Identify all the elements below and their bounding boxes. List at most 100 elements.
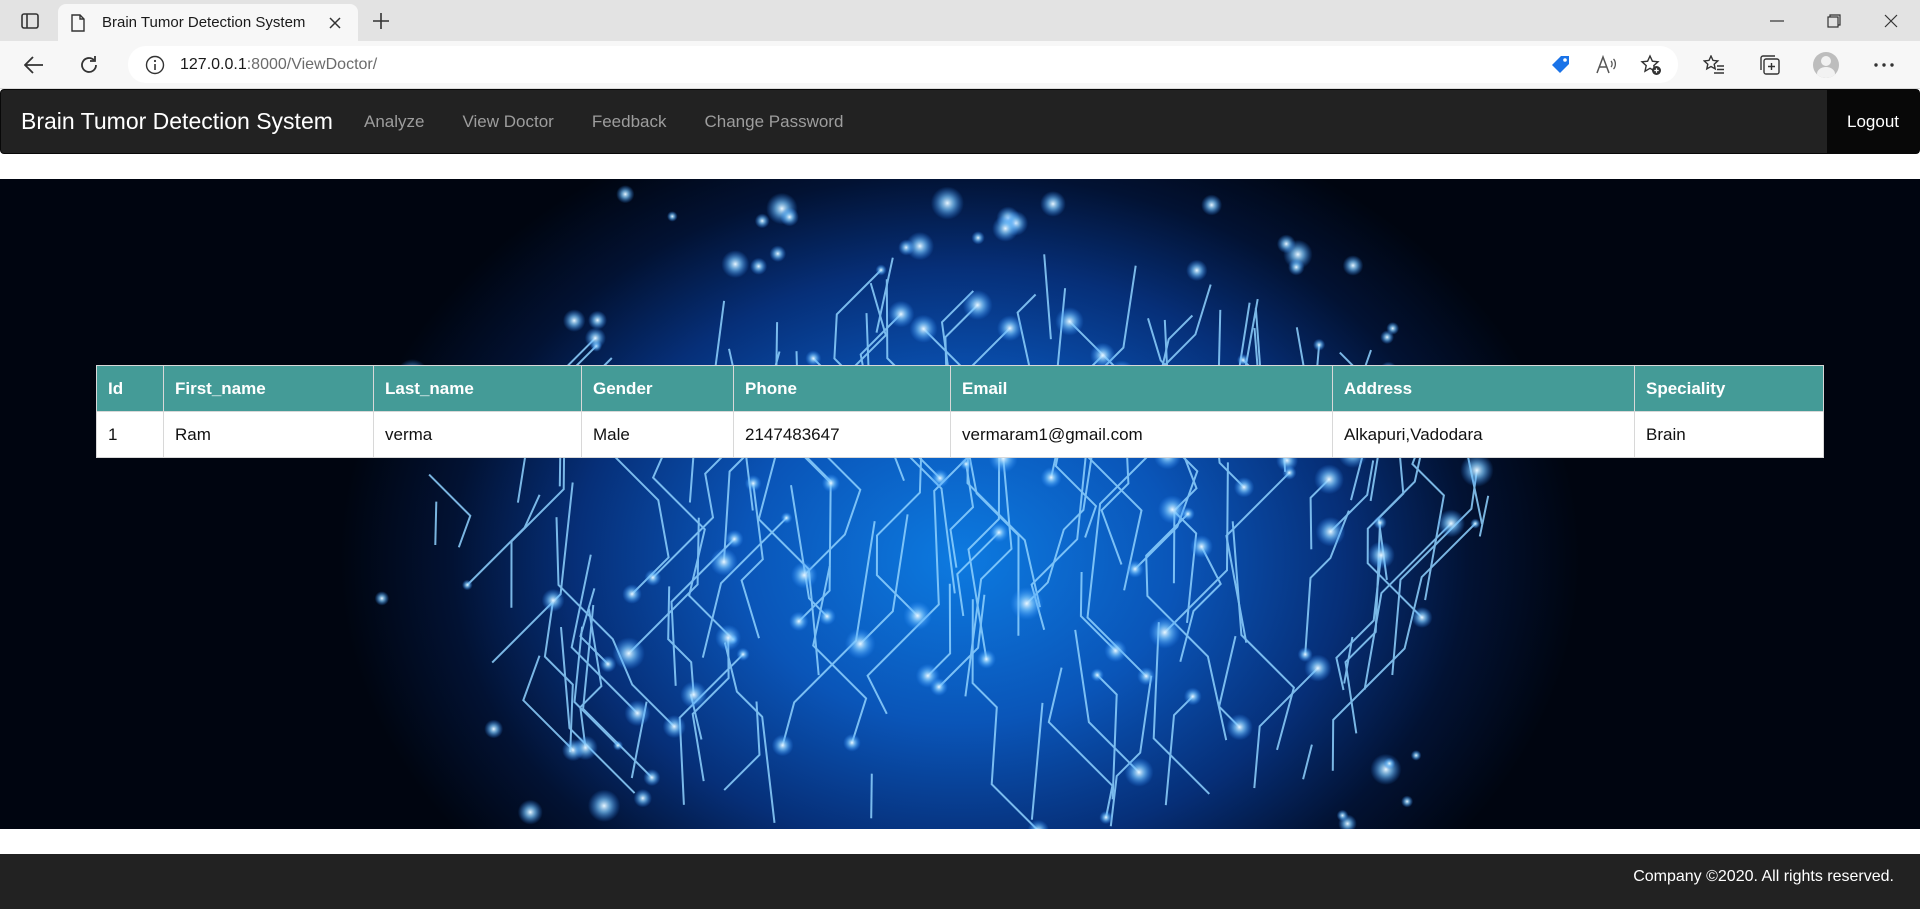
circuit-node xyxy=(624,700,651,727)
copyright-text: Company ©2020. All rights reserved. xyxy=(1633,868,1894,885)
circuit-node xyxy=(780,512,793,524)
circuit-node xyxy=(790,561,818,589)
collections-icon xyxy=(1760,55,1780,75)
circuit-node xyxy=(588,310,607,330)
circuit-node xyxy=(1315,516,1346,547)
circuit-node xyxy=(633,789,652,808)
favorites-icon xyxy=(1703,55,1724,74)
browser-tab[interactable]: Brain Tumor Detection System xyxy=(58,4,358,41)
nav-link-feedback[interactable]: Feedback xyxy=(573,90,686,153)
site-info-icon[interactable] xyxy=(144,54,166,76)
circuit-node xyxy=(622,584,642,604)
circuit-node xyxy=(715,624,742,651)
circuit-trace xyxy=(1043,254,1052,340)
circuit-trace xyxy=(1030,702,1044,820)
circuit-node xyxy=(1373,515,1387,530)
profile-button[interactable] xyxy=(1808,47,1844,83)
circuit-node xyxy=(616,185,635,204)
plus-icon xyxy=(373,13,389,29)
col-header-gender: Gender xyxy=(581,365,734,412)
circuit-node xyxy=(805,350,822,367)
circuit-node xyxy=(754,213,770,229)
back-button[interactable] xyxy=(16,47,52,83)
circuit-node xyxy=(1314,464,1344,495)
url-text: 127.0.0.1:8000/ViewDoctor/ xyxy=(180,56,377,74)
cell-id: 1 xyxy=(96,411,164,458)
shopping-tag-button[interactable] xyxy=(1543,46,1579,83)
circuit-node xyxy=(710,548,738,576)
circuit-node xyxy=(484,719,504,739)
browser-tab-bar: Brain Tumor Detection System xyxy=(0,0,1920,41)
circuit-trace xyxy=(522,655,574,751)
collections-button[interactable] xyxy=(1752,47,1788,83)
tab-title: Brain Tumor Detection System xyxy=(102,14,306,31)
circuit-node xyxy=(1124,757,1154,787)
circuit-node xyxy=(929,678,948,696)
circuit-node xyxy=(769,245,787,262)
refresh-icon xyxy=(81,56,97,73)
circuit-node xyxy=(1383,757,1396,770)
circuit-node xyxy=(1233,477,1255,498)
circuit-node xyxy=(1276,234,1296,254)
circuit-node xyxy=(1090,668,1104,682)
circuit-node xyxy=(643,769,661,787)
nav-link-change-password[interactable]: Change Password xyxy=(686,90,863,153)
circuit-node xyxy=(1367,541,1395,569)
circuit-node xyxy=(789,611,809,632)
circuit-trace xyxy=(870,773,873,819)
new-tab-button[interactable] xyxy=(366,6,396,36)
close-window-button[interactable] xyxy=(1862,0,1919,41)
col-header-first-name: First_name xyxy=(163,365,374,412)
favorites-button[interactable] xyxy=(1696,47,1732,83)
circuit-node xyxy=(1313,338,1326,351)
circuit-node xyxy=(517,799,543,825)
browser-address-bar: 127.0.0.1:8000/ViewDoctor/ xyxy=(0,41,1920,89)
circuit-node xyxy=(771,734,794,757)
more-icon xyxy=(1874,63,1894,67)
circuit-trace xyxy=(691,637,730,782)
minimize-icon xyxy=(1769,19,1784,22)
circuit-node xyxy=(612,637,645,670)
circuit-trace xyxy=(1253,667,1319,789)
site-footer: Company ©2020. All rights reserved. xyxy=(0,854,1920,909)
circuit-node xyxy=(680,681,708,709)
circuit-trace xyxy=(1079,571,1117,652)
circuit-trace xyxy=(1218,635,1241,728)
cell-gender: Male xyxy=(581,411,734,458)
circuit-trace xyxy=(1331,522,1477,771)
cell-speciality: Brain xyxy=(1634,411,1824,458)
cell-email: vermaram1@gmail.com xyxy=(950,411,1333,458)
circuit-node xyxy=(1027,819,1050,829)
add-favorite-button[interactable] xyxy=(1633,46,1669,83)
circuit-trace xyxy=(1164,695,1194,806)
read-aloud-button[interactable] xyxy=(1588,46,1624,83)
nav-link-view-doctor[interactable]: View Doctor xyxy=(443,90,572,153)
brain-circuit-background: Id First_name Last_name Gender Phone Ema… xyxy=(0,179,1920,829)
circuit-trace xyxy=(555,517,676,728)
doctor-table: Id First_name Last_name Gender Phone Ema… xyxy=(96,365,1824,458)
circuit-node xyxy=(599,655,617,673)
circuit-node xyxy=(1183,687,1202,706)
more-options-button[interactable] xyxy=(1866,47,1902,83)
circuit-node xyxy=(843,733,861,752)
refresh-button[interactable] xyxy=(71,47,107,83)
avatar xyxy=(1813,52,1839,78)
url-input[interactable]: 127.0.0.1:8000/ViewDoctor/ xyxy=(128,46,1678,83)
circuit-node xyxy=(1137,667,1156,686)
back-arrow-icon xyxy=(24,56,43,74)
restore-button[interactable] xyxy=(1805,0,1862,41)
nav-link-analyze[interactable]: Analyze xyxy=(345,90,443,153)
tab-actions-button[interactable] xyxy=(12,6,48,36)
col-header-address: Address xyxy=(1332,365,1635,412)
tab-close-icon[interactable] xyxy=(324,12,346,34)
col-header-last-name: Last_name xyxy=(373,365,582,412)
cell-phone: 2147483647 xyxy=(733,411,951,458)
logout-link[interactable]: Logout xyxy=(1827,90,1919,153)
circuit-node xyxy=(1190,535,1213,558)
circuit-node xyxy=(976,649,997,669)
brand-title[interactable]: Brain Tumor Detection System xyxy=(21,90,333,153)
circuit-node xyxy=(930,186,965,220)
minimize-button[interactable] xyxy=(1748,0,1805,41)
circuit-node xyxy=(1148,616,1181,649)
doctor-table-container: Id First_name Last_name Gender Phone Ema… xyxy=(96,365,1824,458)
